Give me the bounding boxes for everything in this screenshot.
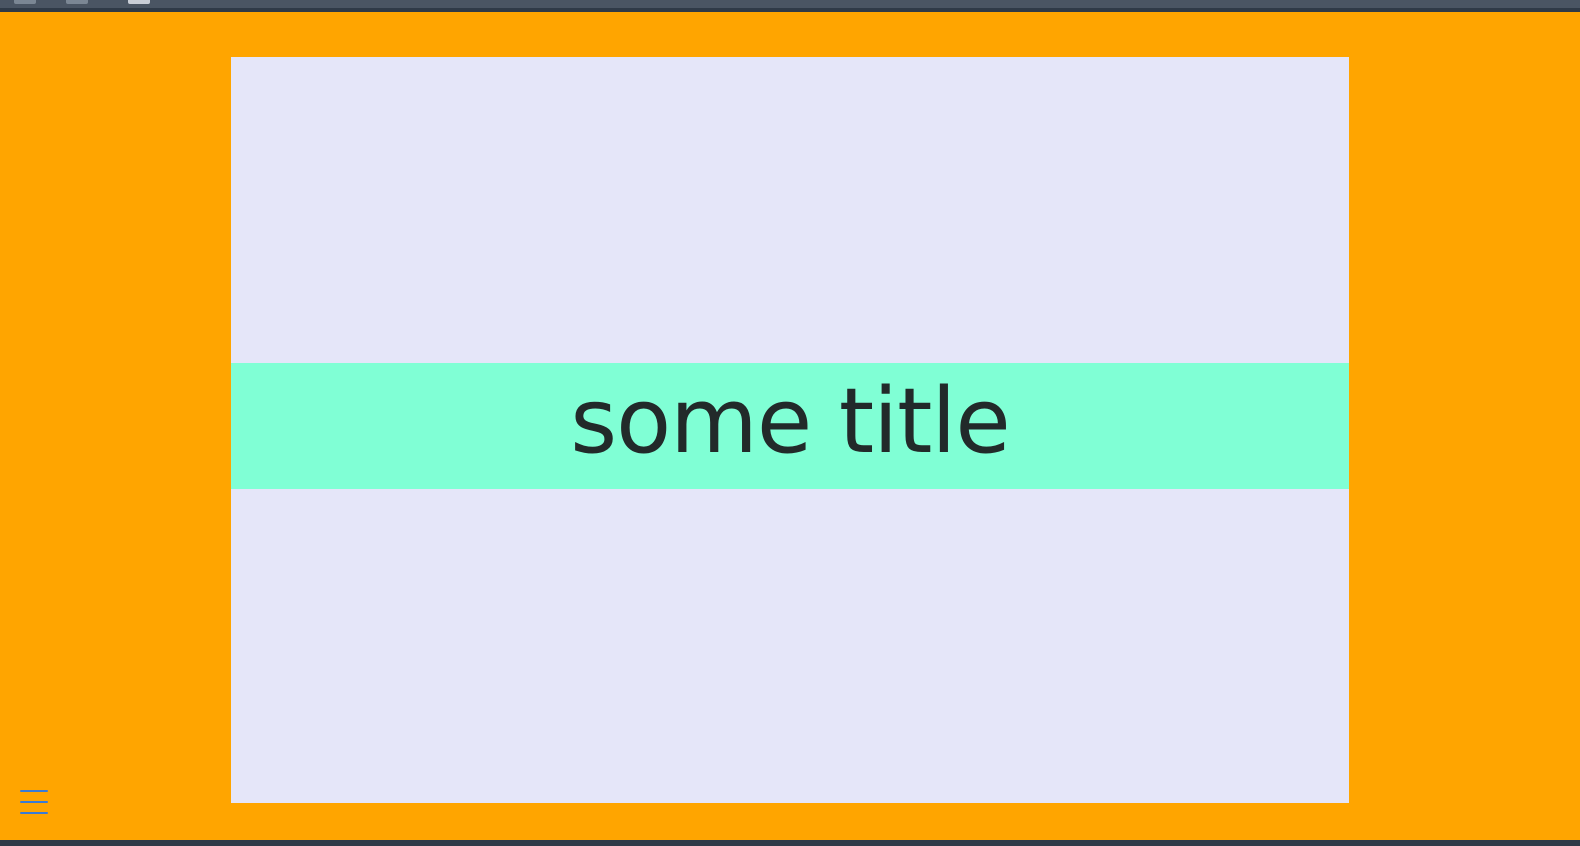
toolbar-button[interactable] [128, 0, 150, 4]
hamburger-menu-icon [20, 812, 48, 814]
window-bottom-edge [0, 840, 1580, 846]
menu-button[interactable] [18, 788, 50, 816]
toolbar-button[interactable] [66, 0, 88, 4]
slide: some title [231, 57, 1349, 803]
hamburger-menu-icon [20, 790, 48, 792]
toolbar-button[interactable] [14, 0, 36, 4]
hamburger-menu-icon [20, 801, 48, 803]
slide-title: some title [570, 369, 1011, 474]
window-top-toolbar [0, 0, 1580, 12]
title-band: some title [231, 363, 1349, 489]
